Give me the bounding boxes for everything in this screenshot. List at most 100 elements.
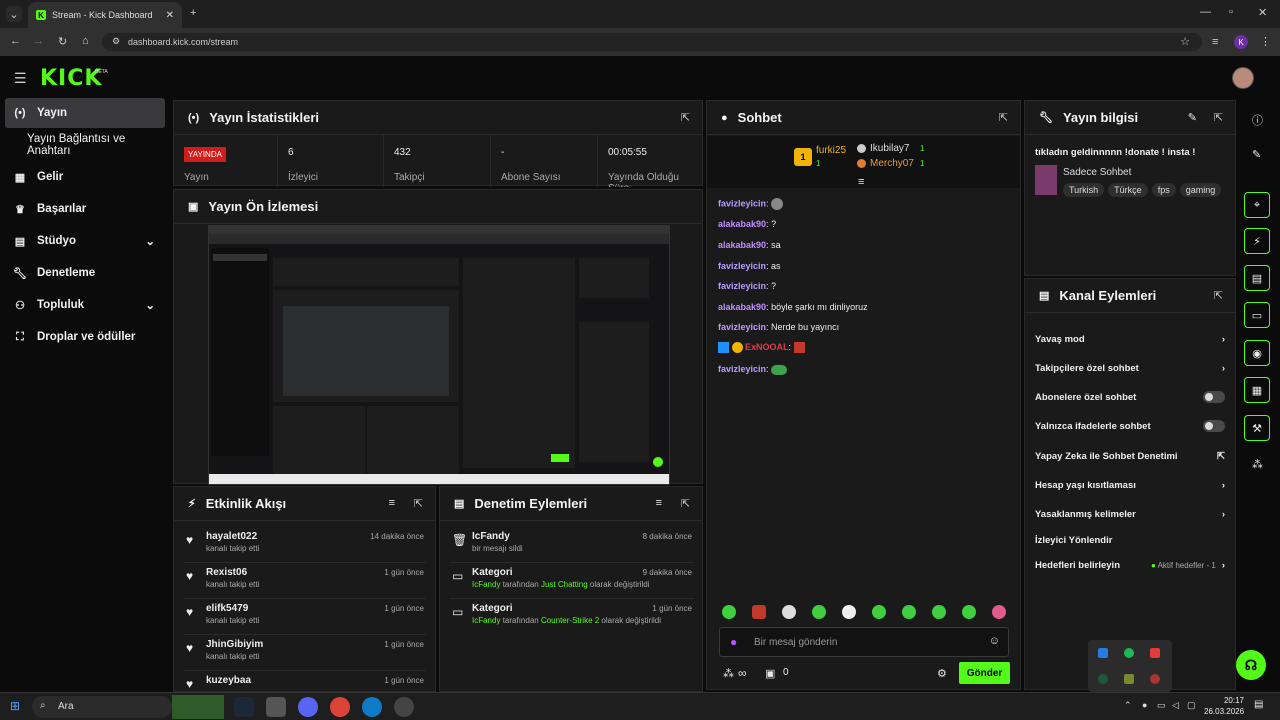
category-name[interactable]: Sadece Sohbet [1063,167,1131,178]
network-icon[interactable]: ▭ [1157,700,1166,711]
chat-username[interactable]: favizleyicin [718,261,766,271]
display-icon[interactable]: ▢ [1187,700,1196,711]
home-icon[interactable]: ⌂ [82,35,89,47]
collapse-leaderboard-icon[interactable]: ≡ [858,176,864,188]
emote-icon[interactable] [812,605,826,619]
send-button[interactable]: Gönder [959,662,1010,684]
leader-name[interactable]: Merchy07 [870,158,914,169]
tag[interactable]: fps [1151,183,1176,197]
rail-document-icon[interactable]: ▤ [1244,265,1270,291]
help-support-icon[interactable]: ☊ [1236,650,1266,680]
filter-icon[interactable]: ≡ [656,497,662,509]
popout-icon[interactable]: ⇱ [1214,111,1223,124]
volume-icon[interactable]: ◁ [1172,700,1179,711]
subs-only-toggle[interactable] [1203,391,1225,403]
chat-username[interactable]: ExNOOAL [745,342,789,352]
emoji-icon[interactable]: ☺ [989,635,1000,647]
reload-icon[interactable]: ↻ [58,35,67,48]
activity-user[interactable]: kuzeybaa [206,675,251,686]
action-banned-words[interactable]: Yasaklanmış kelimeler › [1035,503,1225,525]
sidebar-item-yayin[interactable]: (•) Yayın [5,98,165,128]
mic-icon[interactable]: ● [730,635,737,649]
chat-username[interactable]: alakabak90 [718,302,766,312]
user-avatar[interactable] [1232,67,1254,89]
rail-community-icon[interactable]: ⁂ [1252,458,1263,471]
kick-logo[interactable]: KICK [40,66,102,91]
browser-tab[interactable]: K Stream - Kick Dashboard ✕ [28,2,182,28]
chat-settings-icon[interactable]: ⚙ [937,667,947,680]
clock-date[interactable]: 26.03.2026 [1204,707,1244,716]
preview-video[interactable] [208,225,670,485]
media-icon[interactable]: ≡ [1212,36,1218,48]
rail-stats-icon[interactable]: ▦ [1244,377,1270,403]
sidebar-item-stream-key[interactable]: Yayın Bağlantısı ve Anahtarı [5,130,165,160]
activity-user[interactable]: hayalet022 [206,531,257,542]
close-tab-icon[interactable]: ✕ [166,10,174,21]
activity-user[interactable]: elifk5479 [206,603,248,614]
minimize-icon[interactable]: — [1200,6,1211,18]
edit-icon[interactable]: ✎ [1188,111,1197,124]
sidebar-item-droplar[interactable]: ⛶ Droplar ve ödüller [5,322,165,352]
clock-time[interactable]: 20:17 [1206,696,1244,705]
chat-username[interactable]: favizleyicin [718,281,766,291]
viewers-icon[interactable]: ⁂ [723,667,734,680]
emote-icon[interactable] [932,605,946,619]
windows-start-icon[interactable]: ⊞ [10,699,20,713]
steam-tray-icon[interactable] [1098,648,1108,658]
action-ai-moderation[interactable]: Yapay Zeka ile Sohbet Denetimi ⇱ [1035,445,1225,467]
mic-tray-icon[interactable]: ● [1142,700,1147,710]
file-explorer-icon[interactable] [266,697,286,717]
spotify-tray-icon[interactable] [1124,648,1134,658]
tab-list-icon[interactable]: ⌄ [6,6,22,22]
tag[interactable]: Türkçe [1108,183,1148,197]
emote-icon[interactable] [872,605,886,619]
action-account-age[interactable]: Hesap yaşı kısıtlaması › [1035,474,1225,496]
url-field[interactable]: ⚙ dashboard.kick.com/stream ☆ [102,33,1202,51]
action-slow-mode[interactable]: Yavaş mod › [1035,328,1225,350]
popout-icon[interactable]: ⇱ [681,111,690,124]
leader-name[interactable]: furki25 [816,145,846,156]
moderation-user[interactable]: IcFandy [472,580,500,589]
sidebar-item-basarilar[interactable]: ♛ Başarılar [5,194,165,224]
chat-username[interactable]: favizleyicin [718,198,766,208]
emote-icon[interactable] [962,605,976,619]
rail-broadcast-icon[interactable]: ◉ [1244,340,1270,366]
tray-app-icon[interactable] [1098,674,1108,684]
activity-user[interactable]: Rexist06 [206,567,247,578]
leader-name[interactable]: Ikubilay7 [870,143,909,154]
profile-avatar[interactable]: K [1234,35,1248,49]
activity-user[interactable]: JhinGibiyim [206,639,263,650]
emote-icon[interactable] [842,605,856,619]
sidebar-item-gelir[interactable]: ▦ Gelir [5,162,165,192]
emote-icon[interactable] [722,605,736,619]
back-icon[interactable]: ← [10,35,21,47]
chat-username[interactable]: favizleyicin [718,364,766,374]
discord-icon[interactable] [298,697,318,717]
tray-app-icon[interactable] [1150,674,1160,684]
sidebar-item-denetleme[interactable]: 🔧︎ Denetleme [5,258,165,288]
steam-icon[interactable] [234,697,254,717]
moderation-category[interactable]: Just Chatting [541,580,588,589]
chat-username[interactable]: favizleyicin [718,322,766,332]
rail-chat-icon[interactable]: ▭ [1244,302,1270,328]
popout-icon[interactable]: ⇱ [999,111,1008,124]
chrome-icon[interactable] [330,697,350,717]
chat-username[interactable]: alakabak90 [718,240,766,250]
close-window-icon[interactable]: ✕ [1258,6,1267,19]
popout-icon[interactable]: ⇱ [681,497,690,510]
site-info-icon[interactable]: ⚙ [112,36,120,47]
action-host[interactable]: İzleyici Yönlendir [1035,529,1225,551]
chat-username[interactable]: alakabak90 [718,219,766,229]
emote-icon[interactable] [902,605,916,619]
obs-icon[interactable] [394,697,414,717]
gift-icon[interactable]: ▣ [765,667,775,680]
tray-chevron-icon[interactable]: ⌃ [1124,700,1132,711]
action-followers-only[interactable]: Takipçilere özel sohbet › [1035,357,1225,379]
emote-icon[interactable] [992,605,1006,619]
rail-lightning-icon[interactable]: ⚡︎ [1244,228,1270,254]
info-icon[interactable]: ⓘ [1252,112,1263,128]
notification-icon[interactable]: ▤ [1254,699,1263,710]
rail-wrench-icon[interactable]: ⚒ [1244,415,1270,441]
emote-only-toggle[interactable] [1203,420,1225,432]
tray-app-icon[interactable] [1124,674,1134,684]
